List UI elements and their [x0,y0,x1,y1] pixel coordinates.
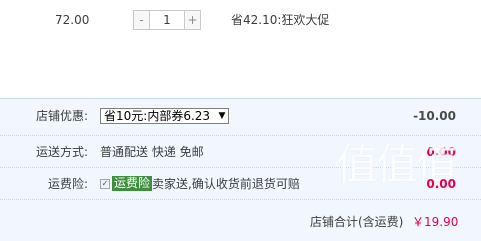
shop-total-value: ￥19.90 [412,215,459,229]
freight-insurance-description: 卖家送,确认收货前退货可赔 [152,177,300,191]
shop-total-label: 店铺合计(含运费) [310,215,404,229]
shipping-label: 运送方式: [36,145,89,159]
freight-insurance-tag: 运费险 [112,176,153,191]
row-divider [0,135,481,136]
decrement-button[interactable]: - [133,10,150,30]
shop-discount-selected: 省10元:内部券6.23 [104,109,211,123]
freight-insurance-amount: 0.00 [426,177,456,191]
item-price: 72.00 [55,13,90,27]
row-divider [0,199,481,200]
increment-button[interactable]: + [184,10,201,30]
shop-discount-amount: -10.00 [413,109,456,123]
shop-discount-select[interactable]: 省10元:内部券6.23 ▼ [100,108,229,124]
freight-insurance-label: 运费险: [48,177,89,191]
freight-insurance-checkbox[interactable]: ✓ [100,179,110,189]
shop-discount-label: 店铺优惠: [36,109,89,123]
shipping-method: 普通配送 快递 免邮 [100,145,204,159]
promo-text: 省42.10:狂欢大促 [231,13,330,27]
quantity-input[interactable]: 1 [150,10,184,30]
quantity-stepper[interactable]: - 1 + [133,10,201,30]
dropdown-arrow-icon: ▼ [218,111,226,121]
